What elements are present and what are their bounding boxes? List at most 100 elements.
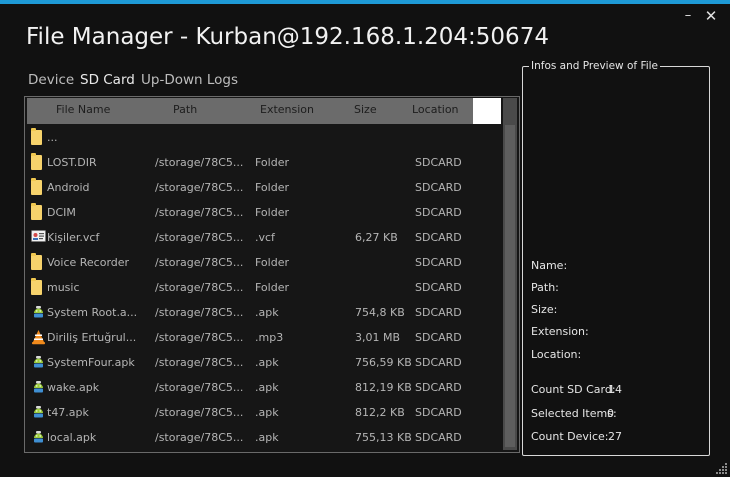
table-row[interactable]: System Root.a... /storage/78C5... .apk 754,…: [27, 300, 501, 325]
grid-header: File Name Path Extension Size Location: [27, 98, 499, 124]
path-cell: /storage/78C5...: [155, 181, 244, 194]
location-cell: SDCARD: [415, 331, 462, 344]
file-name-cell: ...: [47, 131, 58, 144]
path-cell: /storage/78C5...: [155, 331, 244, 344]
size-cell: 756,59 KB: [355, 356, 412, 369]
extension-cell: .apk: [255, 356, 279, 369]
column-header-size[interactable]: Size: [354, 103, 377, 116]
folder-icon: [31, 203, 42, 220]
table-row[interactable]: local.apk/storage/78C5... .apk 755,13 KB SD…: [27, 425, 501, 450]
column-header-file-name[interactable]: File Name: [56, 103, 110, 116]
location-cell: SDCARD: [415, 356, 462, 369]
file-name-cell: System Root.a...: [47, 306, 138, 319]
table-row[interactable]: Kişiler.vcf/storage/78C5... .vcf 6,27 KB SD…: [27, 225, 501, 250]
location-cell: SDCARD: [415, 206, 462, 219]
table-row[interactable]: Voice Recorder/storage/78C5... Folder SDCA…: [27, 250, 501, 275]
table-row[interactable]: SystemFour.apk/storage/78C5... .apk 756,59…: [27, 350, 501, 375]
extension-cell: .apk: [255, 406, 279, 419]
selected-items-label: Selected Items:: [531, 407, 617, 420]
folder-icon: [31, 253, 42, 270]
location-cell: SDCARD: [415, 406, 462, 419]
tab-device[interactable]: Device: [24, 70, 78, 94]
path-cell: /storage/78C5...: [155, 306, 244, 319]
path-cell: /storage/78C5...: [155, 256, 244, 269]
table-row[interactable]: Android/storage/78C5... Folder SDCARD: [27, 175, 501, 200]
vlc-icon: [31, 329, 45, 346]
info-panel-title: Infos and Preview of File: [529, 60, 661, 72]
info-size-label: Size:: [531, 303, 558, 316]
apk-icon: [31, 354, 45, 371]
location-cell: SDCARD: [415, 431, 462, 444]
size-cell: 3,01 MB: [355, 331, 401, 344]
resize-grip-icon[interactable]: [716, 462, 728, 474]
info-path-label: Path:: [531, 281, 559, 294]
table-row[interactable]: LOST.DIR/storage/78C5... Folder SDCARD: [27, 150, 501, 175]
folder-icon: [31, 153, 42, 170]
minimize-button[interactable]: –: [679, 7, 697, 25]
table-row[interactable]: t47.apk/storage/78C5... .apk 812,2 KB SDCAR…: [27, 400, 501, 425]
file-name-cell: LOST.DIR: [47, 156, 97, 169]
file-name-cell: t47.apk: [47, 406, 89, 419]
vcard-icon: [31, 229, 46, 246]
size-cell: 812,19 KB: [355, 381, 412, 394]
extension-cell: Folder: [255, 281, 289, 294]
location-cell: SDCARD: [415, 181, 462, 194]
path-cell: /storage/78C5...: [155, 381, 244, 394]
extension-cell: Folder: [255, 206, 289, 219]
extension-cell: .vcf: [255, 231, 275, 244]
extension-cell: .apk: [255, 431, 279, 444]
file-name-cell: DCIM: [47, 206, 76, 219]
info-name-label: Name:: [531, 259, 568, 272]
extension-cell: .apk: [255, 306, 279, 319]
folder-icon: [31, 278, 42, 295]
info-location-label: Location:: [531, 348, 582, 361]
info-extension-label: Extension:: [531, 325, 589, 338]
extension-cell: Folder: [255, 256, 289, 269]
file-name-cell: wake.apk: [47, 381, 100, 394]
path-cell: /storage/78C5...: [155, 231, 244, 244]
path-cell: /storage/78C5...: [155, 206, 244, 219]
file-name-cell: SystemFour.apk: [47, 356, 135, 369]
count-device-value: 27: [608, 430, 622, 443]
path-cell: /storage/78C5...: [155, 356, 244, 369]
tab-sd-card[interactable]: SD Card: [76, 70, 139, 94]
file-name-cell: music: [47, 281, 80, 294]
extension-cell: .apk: [255, 381, 279, 394]
location-cell: SDCARD: [415, 231, 462, 244]
window-accent-bar: [0, 0, 730, 4]
table-row[interactable]: DCIM/storage/78C5... Folder SDCARD: [27, 200, 501, 225]
apk-icon: [31, 304, 45, 321]
folder-icon: [31, 178, 42, 195]
location-cell: SDCARD: [415, 156, 462, 169]
file-name-cell: Diriliş Ertuğrul...: [47, 331, 137, 344]
path-cell: /storage/78C5...: [155, 406, 244, 419]
apk-icon: [31, 429, 45, 446]
size-cell: 812,2 KB: [355, 406, 405, 419]
extension-cell: Folder: [255, 181, 289, 194]
size-cell: 754,8 KB: [355, 306, 405, 319]
size-cell: 755,13 KB: [355, 431, 412, 444]
count-device-label: Count Device:: [531, 430, 609, 443]
size-cell: 6,27 KB: [355, 231, 398, 244]
tab-up-down-logs[interactable]: Up-Down Logs: [137, 70, 242, 94]
column-header-extension[interactable]: Extension: [260, 103, 314, 116]
selected-items-value: 0: [607, 407, 614, 420]
location-cell: SDCARD: [415, 281, 462, 294]
table-row[interactable]: music/storage/78C5... Folder SDCARD: [27, 275, 501, 300]
column-header-location[interactable]: Location: [412, 103, 459, 116]
file-name-cell: Voice Recorder: [47, 256, 130, 269]
count-sd-card-label: Count SD Card:: [531, 383, 616, 396]
scrollbar-thumb[interactable]: [505, 125, 515, 447]
file-name-cell: local.apk: [47, 431, 97, 444]
table-row[interactable]: wake.apk/storage/78C5... .apk 812,19 KB SDC…: [27, 375, 501, 400]
extension-cell: Folder: [255, 156, 289, 169]
file-name-cell: Kişiler.vcf: [47, 231, 100, 244]
close-button[interactable]: ✕: [702, 7, 720, 25]
location-cell: SDCARD: [415, 256, 462, 269]
path-cell: /storage/78C5...: [155, 431, 244, 444]
table-row[interactable]: Diriliş Ertuğrul... /storage/78C5... .mp3 3…: [27, 325, 501, 350]
extension-cell: .mp3: [255, 331, 284, 344]
column-header-path[interactable]: Path: [173, 103, 197, 116]
table-row[interactable]: ...: [27, 125, 501, 150]
path-cell: /storage/78C5...: [155, 156, 244, 169]
